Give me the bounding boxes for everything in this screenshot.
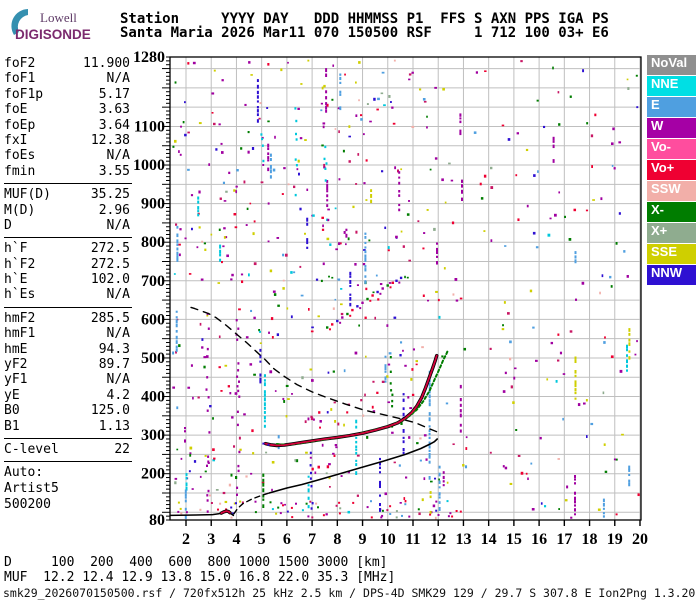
legend-label: SSW bbox=[651, 181, 681, 196]
x-axis-label: 19 bbox=[607, 531, 623, 548]
legend-item-w: W bbox=[647, 118, 696, 138]
legend-label: SSE bbox=[651, 244, 678, 259]
legend-label: X- bbox=[651, 202, 664, 217]
status-line: smk29_2026070150500.rsf / 720fx512h 25 k… bbox=[3, 586, 696, 600]
legend-label: X+ bbox=[651, 223, 668, 238]
y-axis-label: 500 bbox=[141, 350, 165, 367]
legend-label: NNE bbox=[651, 76, 679, 91]
y-axis-label: 700 bbox=[141, 273, 165, 290]
x-axis-label: 2 bbox=[182, 531, 190, 548]
y-axis-label: 900 bbox=[141, 196, 165, 213]
legend-item-noval: NoVal bbox=[647, 55, 696, 75]
x-axis-label: 7 bbox=[308, 531, 316, 548]
x-axis-label: 5 bbox=[258, 531, 266, 548]
x-axis-label: 16 bbox=[531, 531, 547, 548]
y-axis-label: 1000 bbox=[133, 157, 165, 174]
legend-label: E bbox=[651, 97, 660, 112]
x-axis-label: 8 bbox=[333, 531, 341, 548]
legend-item-x: X- bbox=[647, 202, 696, 222]
legend-item-e: E bbox=[647, 97, 696, 117]
y-axis-label: 200 bbox=[141, 466, 165, 483]
x-axis-label: 15 bbox=[506, 531, 522, 548]
y-axis-label: 1100 bbox=[134, 118, 165, 135]
x-axis-label: 3 bbox=[207, 531, 215, 548]
ionogram-plot: 1280 1100 1000 900 800 700 600 500 400 300 200 80 2 3… bbox=[133, 49, 648, 548]
x-axis-label: 12 bbox=[430, 531, 446, 548]
legend-label: NNW bbox=[651, 265, 683, 280]
muf-row: MUF 12.2 12.4 12.9 13.8 15.0 16.8 22.0 3… bbox=[4, 570, 396, 585]
x-axis-label: 9 bbox=[359, 531, 367, 548]
x-axis-label: 4 bbox=[232, 531, 240, 548]
legend-label: Vo- bbox=[651, 139, 671, 154]
x-axis-label: 14 bbox=[481, 531, 497, 548]
legend-label: Vo+ bbox=[651, 160, 675, 175]
y-axis-label: 600 bbox=[141, 311, 165, 328]
y-axis-label: 400 bbox=[141, 389, 165, 406]
doppler-direction-legend: NoVal NNE E W Vo- Vo+ SSW X- X+ SSE NNW bbox=[647, 55, 696, 286]
x-axis-label: 20 bbox=[632, 531, 648, 548]
legend-item-vo: Vo+ bbox=[647, 160, 696, 180]
legend-label: W bbox=[651, 118, 664, 133]
x-axis-label: 13 bbox=[455, 531, 471, 548]
legend-item-x: X+ bbox=[647, 223, 696, 243]
legend-item-nnw: NNW bbox=[647, 265, 696, 285]
y-axis-label: 1280 bbox=[133, 49, 165, 66]
ionogram-app-window: Lowell DIGISONDE Station YYYY DAY DDD HH… bbox=[0, 0, 700, 600]
legend-label: NoVal bbox=[651, 55, 688, 70]
distance-row: D 100 200 400 600 800 1000 1500 3000 [km… bbox=[4, 555, 388, 570]
legend-item-nne: NNE bbox=[647, 76, 696, 96]
y-axis-label: 80 bbox=[149, 512, 165, 529]
legend-item-vo: Vo- bbox=[647, 139, 696, 159]
legend-item-sse: SSE bbox=[647, 244, 696, 264]
y-axis-label: 300 bbox=[141, 427, 165, 444]
y-axis-label: 800 bbox=[141, 234, 165, 251]
x-axis-label: 17 bbox=[556, 531, 572, 548]
x-axis-label: 11 bbox=[405, 531, 420, 548]
x-axis-label: 6 bbox=[283, 531, 291, 548]
x-axis-label: 18 bbox=[582, 531, 598, 548]
x-axis-label: 10 bbox=[380, 531, 396, 548]
legend-item-ssw: SSW bbox=[647, 181, 696, 201]
